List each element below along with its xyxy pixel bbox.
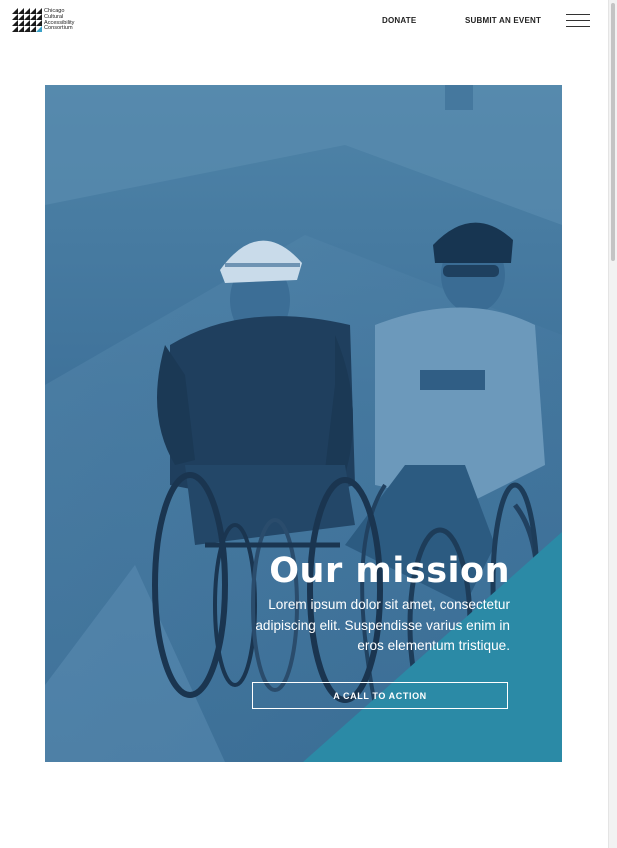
logo-line: Consortium <box>44 25 73 32</box>
page: Chicago Cultural Accessibility Consortiu… <box>0 0 608 848</box>
site-logo[interactable]: Chicago Cultural Accessibility Consortiu… <box>12 8 82 36</box>
scrollbar-thumb[interactable] <box>611 3 615 261</box>
hamburger-menu-icon[interactable] <box>566 13 590 29</box>
call-to-action-button[interactable]: A CALL TO ACTION <box>252 682 508 709</box>
mission-description: Lorem ipsum dolor sit amet, consectetur … <box>255 597 510 653</box>
vertical-scrollbar[interactable] <box>608 0 617 848</box>
hero-banner: Our mission Lorem ipsum dolor sit amet, … <box>45 85 562 762</box>
donate-link[interactable]: DONATE <box>382 16 416 25</box>
logo-triangles-icon <box>12 8 42 32</box>
hero-photo <box>45 85 562 762</box>
logo-wordmark: Chicago Cultural Accessibility Consortiu… <box>44 8 74 32</box>
submit-event-link[interactable]: SUBMIT AN EVENT <box>465 16 541 25</box>
mission-heading: Our mission <box>269 551 510 591</box>
